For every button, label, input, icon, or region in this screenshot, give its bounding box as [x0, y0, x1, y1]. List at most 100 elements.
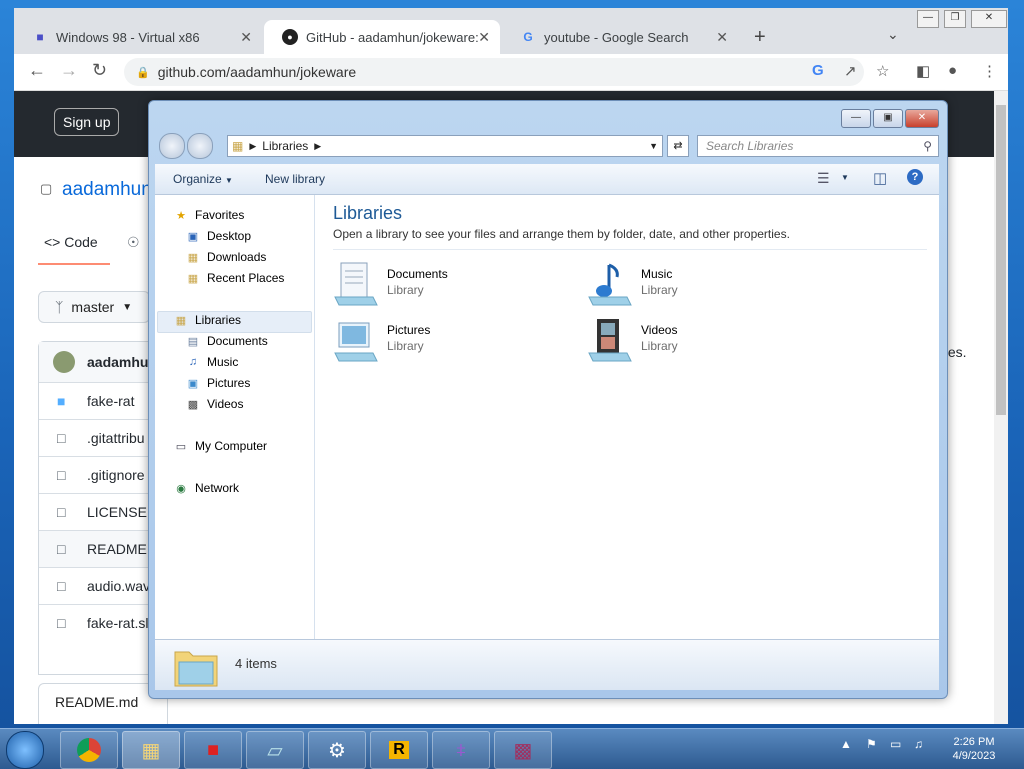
address-dropdown-icon[interactable]: ▼	[649, 141, 658, 151]
address-bar[interactable]: 🔒 github.com/aadamhun/jokeware	[124, 58, 864, 86]
tab-github[interactable]: ● GitHub - aadamhun/jokeware: A ✕	[264, 20, 500, 54]
profile-icon[interactable]: ●	[948, 62, 957, 79]
gear-icon: ⚙	[328, 739, 346, 762]
libraries-folder-icon	[174, 651, 218, 687]
nav-label: My Computer	[195, 439, 268, 453]
network-tray-icon[interactable]: ▭	[890, 737, 901, 751]
file-name: fake-rat	[87, 393, 135, 409]
new-tab-icon[interactable]: +	[754, 26, 766, 49]
recent-places-icon: ▦	[187, 272, 199, 285]
action-center-icon[interactable]: ⚑	[866, 737, 877, 751]
tray-expand-icon[interactable]: ▲	[840, 737, 852, 751]
google-icon: G	[523, 30, 533, 44]
page-title: Libraries	[333, 203, 403, 223]
nav-pictures[interactable]: ▣ Pictures	[185, 373, 251, 393]
winrar-taskbar-button[interactable]: ▩	[494, 731, 552, 769]
maximize-button[interactable]: ▣	[873, 109, 903, 128]
preview-pane-icon[interactable]: ◫	[873, 169, 887, 187]
nav-label: Documents	[207, 334, 268, 348]
visual-studio-icon: ⧧	[455, 738, 467, 761]
library-documents[interactable]: Documents Library	[333, 261, 563, 311]
file-icon: □	[57, 430, 66, 446]
library-name: Videos	[641, 323, 678, 337]
search-input[interactable]: Search Libraries ⚲	[697, 135, 939, 157]
file-name: LICENSE	[87, 504, 147, 520]
menu-icon[interactable]: ⋮	[982, 62, 997, 80]
volume-icon[interactable]: ♫	[914, 737, 923, 751]
reload-icon[interactable]: ↻	[92, 60, 107, 81]
nav-music[interactable]: ♫ Music	[185, 352, 238, 372]
organize-button[interactable]: Organize ▼	[173, 172, 233, 186]
minimize-button[interactable]: —	[841, 109, 871, 128]
library-videos[interactable]: Videos Library	[587, 317, 817, 367]
tab-search-icon[interactable]: ⌄	[887, 26, 899, 43]
bookmark-star-icon[interactable]: ☆	[876, 62, 889, 80]
tab-windows98[interactable]: ■ Windows 98 - Virtual x86 ✕	[14, 20, 262, 54]
app-icon: ■	[36, 30, 44, 44]
share-icon[interactable]: ↗	[844, 62, 857, 80]
navigation-pane: ★ Favorites ▣ Desktop ▦ Downloads ▦ Recent P…	[155, 195, 315, 639]
nav-desktop[interactable]: ▣ Desktop	[185, 226, 251, 246]
code-icon: <>	[44, 234, 61, 250]
search-icon: ⚲	[923, 139, 932, 153]
commit-author[interactable]: aadamhun	[87, 354, 157, 370]
app-taskbar-button[interactable]: ■	[184, 731, 242, 769]
refresh-icon[interactable]: ⇄	[667, 135, 689, 157]
library-music[interactable]: Music Library	[587, 261, 817, 311]
close-tab-icon[interactable]: ✕	[478, 29, 490, 46]
google-lens-icon[interactable]: G	[812, 62, 824, 79]
file-name: .gitignore	[87, 467, 145, 483]
view-options-icon[interactable]: ☰	[817, 170, 830, 187]
nav-my-computer[interactable]: ▭ My Computer	[173, 436, 267, 456]
maximize-button[interactable]: ❐	[944, 10, 966, 28]
close-tab-icon[interactable]: ✕	[240, 29, 252, 46]
nav-favorites[interactable]: ★ Favorites	[173, 205, 244, 225]
forward-icon[interactable]: →	[60, 60, 78, 81]
nav-label: Libraries	[195, 313, 242, 327]
breadcrumb-arrow-icon[interactable]: ▶	[314, 141, 321, 152]
nav-documents[interactable]: ▤ Documents	[185, 331, 268, 351]
system-clock[interactable]: 2:26 PM 4/9/2023	[944, 735, 1004, 763]
file-name: .gitattribu	[87, 430, 145, 446]
libraries-icon: ▦	[175, 314, 187, 327]
issues-icon[interactable]: ☉	[127, 234, 140, 251]
branch-selector[interactable]: ᛉ master ▼	[38, 291, 150, 323]
new-library-button[interactable]: New library	[265, 172, 325, 186]
back-button[interactable]	[159, 133, 185, 159]
close-tab-icon[interactable]: ✕	[716, 29, 728, 46]
nav-label: Music	[207, 355, 239, 369]
nav-downloads[interactable]: ▦ Downloads	[185, 247, 267, 267]
help-icon[interactable]: ?	[907, 169, 923, 185]
nav-recent-places[interactable]: ▦ Recent Places	[185, 268, 285, 288]
explorer-taskbar-button[interactable]: ▦	[122, 731, 180, 769]
tab-youtube-search[interactable]: G youtube - Google Search ✕	[502, 20, 738, 54]
nav-videos[interactable]: ▩ Videos	[185, 394, 244, 414]
close-button[interactable]: ✕	[971, 10, 1007, 28]
rockstar-taskbar-button[interactable]: R	[370, 731, 428, 769]
repo-owner-link[interactable]: aadamhun	[62, 179, 152, 201]
address-bar[interactable]: ▦ ▶ Libraries ▶ ▼	[227, 135, 663, 157]
tab-label: Windows 98 - Virtual x86	[56, 29, 200, 45]
forward-button[interactable]	[187, 133, 213, 159]
close-button[interactable]: ✕	[905, 109, 939, 128]
nav-label: Recent Places	[207, 271, 285, 285]
side-panel-icon[interactable]: ◧	[916, 62, 930, 80]
sign-up-button[interactable]: Sign up	[54, 108, 120, 136]
caret-down-icon[interactable]: ▼	[841, 173, 849, 182]
visual-studio-taskbar-button[interactable]: ⧧	[432, 731, 490, 769]
breadcrumb-libraries[interactable]: Libraries	[262, 139, 308, 153]
back-icon[interactable]: ←	[28, 60, 46, 81]
minimize-button[interactable]: —	[917, 10, 939, 28]
chrome-taskbar-button[interactable]	[60, 731, 118, 769]
notes-taskbar-button[interactable]: ▱	[246, 731, 304, 769]
tab-code[interactable]: <> Code	[44, 234, 98, 250]
nav-network[interactable]: ◉ Network	[173, 478, 239, 498]
library-pictures[interactable]: Pictures Library	[333, 317, 563, 367]
file-name: fake-rat.sl	[87, 615, 149, 631]
page-scrollbar[interactable]	[994, 91, 1008, 724]
nav-libraries[interactable]: ▦ Libraries	[173, 310, 241, 330]
desktop-icon: ▣	[187, 230, 199, 243]
start-button[interactable]	[6, 731, 44, 769]
scrollbar-thumb[interactable]	[996, 105, 1006, 415]
settings-taskbar-button[interactable]: ⚙	[308, 731, 366, 769]
